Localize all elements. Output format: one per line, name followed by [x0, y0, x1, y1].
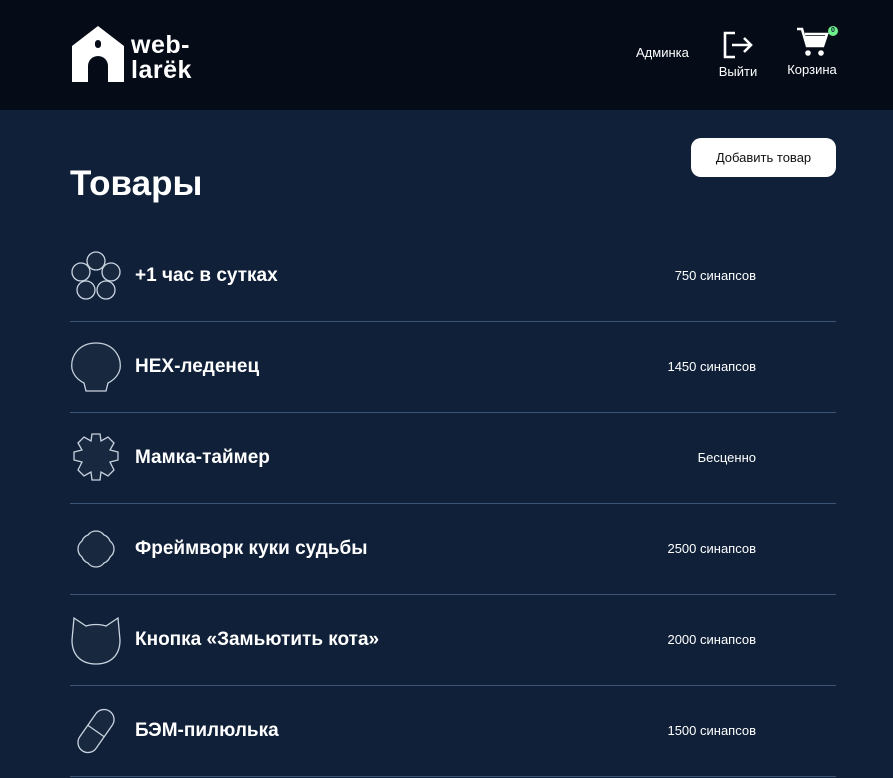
- gear-icon: [73, 433, 119, 481]
- product-title: Мамка-таймер: [135, 447, 270, 468]
- product-price: 750 синапсов: [674, 268, 756, 283]
- logout-icon: [723, 31, 753, 59]
- logout-label: Выйти: [718, 64, 758, 79]
- logo-line-2: larёk: [131, 56, 192, 84]
- product-price: 2500 синапсов: [667, 541, 756, 556]
- cart-button[interactable]: Корзина 0: [784, 26, 840, 82]
- product-price: 1450 синапсов: [667, 359, 756, 374]
- cat-icon: [71, 616, 121, 665]
- clover-icon: [77, 530, 115, 568]
- product-title: +1 час в сутках: [135, 265, 278, 286]
- shell-icon: [71, 342, 121, 392]
- product-title: HEX-леденец: [135, 356, 260, 377]
- bubbles-icon: [71, 251, 121, 300]
- product-row[interactable]: Фреймворк куки судьбы 2500 синапсов: [70, 504, 836, 595]
- product-price: 2000 синапсов: [667, 632, 756, 647]
- logout-button[interactable]: Выйти: [716, 30, 760, 82]
- cart-icon: [797, 27, 829, 56]
- product-row[interactable]: БЭМ-пилюлька 1500 синапсов: [70, 686, 836, 777]
- add-product-button[interactable]: Добавить товар: [691, 138, 836, 177]
- product-title: Кнопка «Замьютить кота»: [135, 629, 380, 650]
- logo[interactable]: web- larёk: [70, 24, 200, 84]
- app-header: web- larёk Админка Выйти Корзина 0: [0, 0, 893, 110]
- house-logo-icon: [72, 26, 124, 82]
- pill-icon: [77, 708, 115, 754]
- product-price: 1500 синапсов: [667, 723, 756, 738]
- product-row[interactable]: HEX-леденец 1450 синапсов: [70, 322, 836, 413]
- product-title: БЭМ-пилюлька: [135, 720, 279, 741]
- product-row[interactable]: +1 час в сутках 750 синапсов: [70, 231, 836, 322]
- page-title: Товары: [70, 164, 203, 203]
- product-list: +1 час в сутках 750 синапсов HEX-леденец…: [70, 231, 836, 777]
- product-title: Фреймворк куки судьбы: [135, 538, 368, 559]
- logo-line-1: web-: [131, 31, 190, 59]
- admin-link[interactable]: Админка: [636, 45, 689, 60]
- logo-text: web- larёk: [131, 33, 192, 83]
- product-price: Бесценно: [697, 450, 756, 465]
- product-row[interactable]: Кнопка «Замьютить кота» 2000 синапсов: [70, 595, 836, 686]
- cart-label: Корзина: [787, 62, 837, 77]
- cart-count-badge: 0: [828, 26, 838, 36]
- product-row[interactable]: Мамка-таймер Бесценно: [70, 413, 836, 504]
